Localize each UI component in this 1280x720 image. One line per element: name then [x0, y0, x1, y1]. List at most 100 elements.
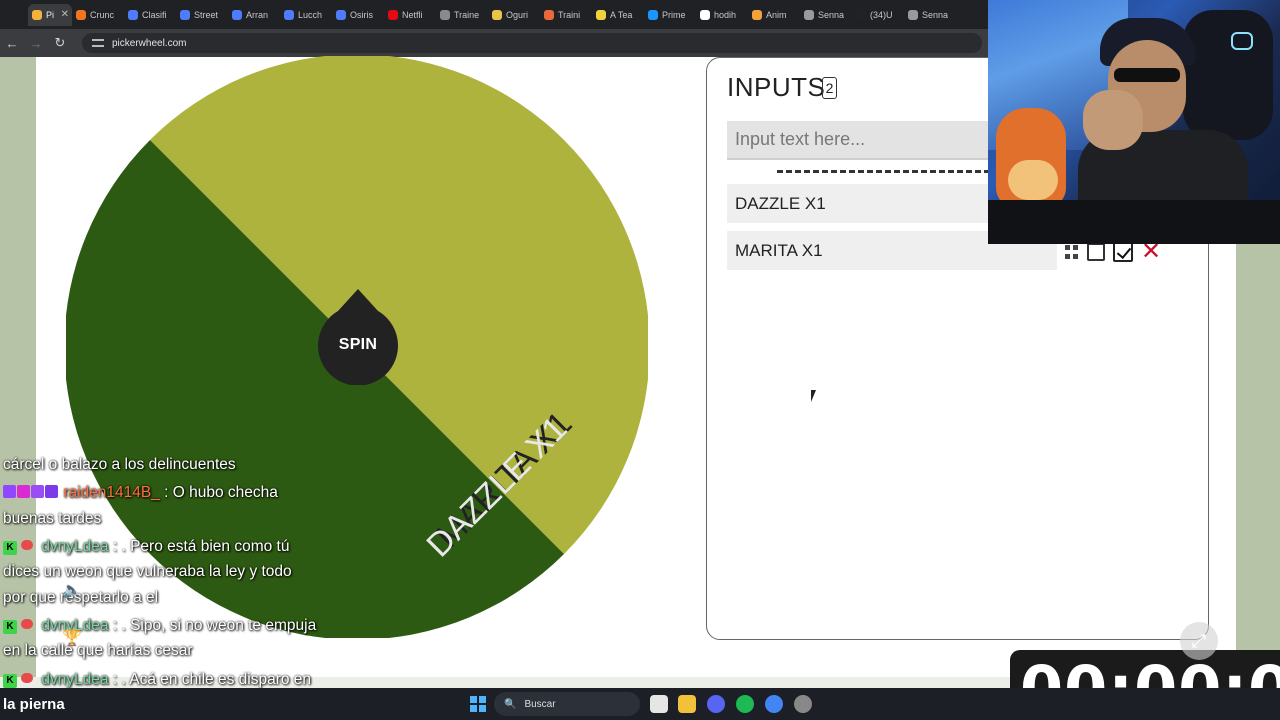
chat-text: en la calle que harías cesar — [3, 642, 193, 659]
tab-favicon-icon — [544, 9, 554, 20]
chat-text: : . Sipo, si no weon te empuja — [112, 617, 317, 634]
screen: { "browser": { "tabs": [ {"label": "Pi",… — [0, 0, 1280, 720]
mouse-cursor-icon — [811, 390, 816, 402]
chat-line: dices un weon que vulneraba la ley y tod… — [3, 559, 292, 584]
tab-favicon-icon — [804, 9, 814, 20]
tab-label: Anim — [766, 9, 787, 20]
drag-handle-icon[interactable] — [1065, 245, 1079, 259]
tab-favicon-icon — [32, 9, 42, 20]
browser-tab[interactable]: Street — [176, 4, 228, 26]
fullscreen-expand-icon[interactable]: ⤢ — [1180, 622, 1218, 660]
browser-tab[interactable]: Prime — [644, 4, 696, 26]
chat-line: K dvnyLdea : . Pero está bien como tú — [3, 534, 289, 559]
tab-favicon-icon — [284, 9, 294, 20]
chat-text: : . Acá en chile es disparo en — [112, 671, 312, 688]
kick-badge-icon: K — [3, 674, 17, 688]
tab-label: Netfli — [402, 9, 423, 20]
input-text-field[interactable] — [727, 121, 1017, 160]
inputs-count-badge: 2 — [822, 77, 837, 99]
browser-tab[interactable]: Osiris — [332, 4, 384, 26]
browser-tab[interactable]: Anim — [748, 4, 800, 26]
tab-favicon-icon — [700, 9, 710, 20]
site-settings-icon[interactable] — [92, 39, 104, 47]
tab-favicon-icon — [440, 9, 450, 20]
file-explorer-icon[interactable] — [678, 695, 696, 713]
trophy-icon: 🏆 — [62, 630, 82, 647]
tab-label: Prime — [662, 9, 686, 20]
back-icon[interactable]: ← — [0, 36, 24, 51]
sound-icon: 🔈 — [62, 582, 82, 599]
tab-label: Pi — [46, 9, 55, 20]
tab-favicon-icon — [856, 9, 866, 20]
tab-favicon-icon — [908, 9, 918, 20]
tab-favicon-icon — [388, 9, 398, 20]
tab-label: Arran — [246, 9, 269, 20]
checkbox-icon[interactable] — [1113, 242, 1133, 262]
tab-label: Osiris — [350, 9, 373, 20]
browser-tab[interactable]: Senna — [904, 4, 956, 26]
webcam-plush-belly — [1008, 160, 1058, 200]
reload-icon[interactable]: ↻ — [48, 35, 72, 51]
forward-icon[interactable]: → — [24, 36, 48, 51]
chair-logo-icon — [1231, 32, 1253, 50]
chat-line: en la calle que harías cesar — [3, 638, 193, 663]
webcam-hands — [1083, 90, 1143, 150]
browser-tab[interactable]: Lucch — [280, 4, 332, 26]
tab-favicon-icon — [596, 9, 606, 20]
taskbar-search[interactable]: 🔍 Buscar — [494, 692, 640, 716]
tab-label: A Tea — [610, 9, 633, 20]
chat-username: dvnyLdea — [41, 538, 109, 555]
browser-tab[interactable]: (34)U — [852, 4, 904, 26]
duplicate-icon[interactable] — [1087, 243, 1105, 261]
browser-tab[interactable]: Clasifi — [124, 4, 176, 26]
task-view-icon[interactable] — [650, 695, 668, 713]
chat-line: buenas tardes — [3, 506, 101, 531]
chrome-icon[interactable] — [765, 695, 783, 713]
inputs-title: INPUTS — [727, 72, 826, 102]
tab-close-icon[interactable]: ✕ — [61, 9, 69, 20]
tab-label: Oguri — [506, 9, 529, 20]
browser-tab[interactable]: Traini — [540, 4, 592, 26]
address-bar[interactable]: pickerwheel.com — [82, 33, 982, 53]
chat-text: : . Pero está bien como tú — [112, 538, 290, 555]
tab-label: Lucch — [298, 9, 323, 20]
browser-tab[interactable]: Netfli — [384, 4, 436, 26]
tab-favicon-icon — [336, 9, 346, 20]
tab-label: Senna — [818, 9, 845, 20]
entry-label: MARITA X1 — [735, 240, 823, 260]
browser-tab[interactable]: Arran — [228, 4, 280, 26]
tab-label: Street — [194, 9, 219, 20]
browser-tab[interactable]: hodih — [696, 4, 748, 26]
browser-tab[interactable]: Oguri — [488, 4, 540, 26]
webcam-desk — [988, 200, 1280, 244]
chat-line: K dvnyLdea : . Sipo, si no weon te empuj… — [3, 613, 316, 638]
tab-label: hodih — [714, 9, 737, 20]
entry-label: DAZZLE X1 — [735, 193, 826, 213]
browser-tab[interactable]: Traine — [436, 4, 488, 26]
browser-tab[interactable]: A Tea — [592, 4, 644, 26]
divider — [777, 170, 1017, 173]
spotify-icon[interactable] — [736, 695, 754, 713]
chat-line: cárcel o balazo a los delincuentes — [3, 452, 236, 477]
tab-label: Traini — [558, 9, 581, 20]
tab-favicon-icon — [180, 9, 190, 20]
browser-tab[interactable]: Senna — [800, 4, 852, 26]
user-badge-icon — [21, 673, 33, 683]
browser-tab[interactable]: Pi ✕ — [28, 3, 72, 26]
tab-favicon-icon — [492, 9, 502, 20]
chat-text: : O hubo checha — [164, 484, 278, 501]
browser-tab[interactable]: Crunc — [72, 4, 124, 26]
chat-username: dvnyLdea — [41, 671, 109, 688]
user-badge-icon — [21, 619, 33, 629]
webcam-sunglasses — [1114, 68, 1180, 82]
heart-badge-icon — [17, 485, 30, 498]
discord-icon[interactable] — [707, 695, 725, 713]
chat-text: cárcel o balazo a los delincuentes — [3, 456, 236, 473]
windows-start-icon[interactable] — [470, 696, 486, 712]
obs-icon[interactable] — [794, 695, 812, 713]
chat-username: raiden1414B_ — [63, 484, 160, 501]
remove-icon[interactable]: ✕ — [1141, 240, 1161, 264]
spin-button[interactable] — [318, 289, 398, 385]
tab-favicon-icon — [76, 9, 86, 20]
webcam-overlay — [988, 0, 1280, 244]
